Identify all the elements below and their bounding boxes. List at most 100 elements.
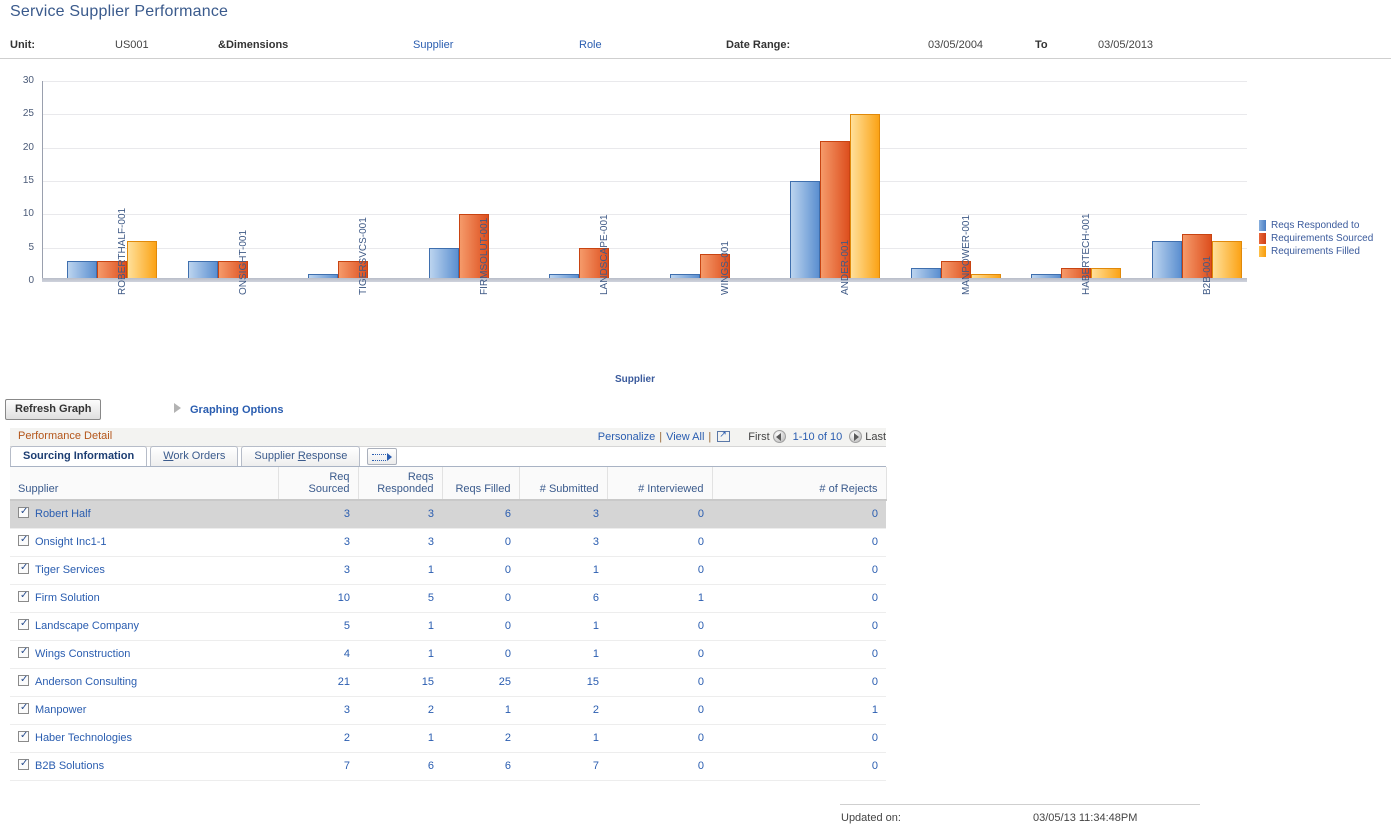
row-checkbox[interactable] xyxy=(18,535,29,546)
cell-reqs-filled: 0 xyxy=(442,640,519,668)
column-header-interviewed[interactable]: # Interviewed xyxy=(607,467,712,500)
popout-icon[interactable] xyxy=(717,431,730,442)
row-checkbox[interactable] xyxy=(18,759,29,770)
table-row[interactable]: Tiger Services310100 xyxy=(10,556,886,584)
chart-bar[interactable] xyxy=(790,181,820,281)
supplier-link[interactable]: Landscape Company xyxy=(35,620,139,632)
grid-caption: Performance Detail xyxy=(18,430,112,442)
supplier-link[interactable]: B2B Solutions xyxy=(35,760,104,772)
table-row[interactable]: B2B Solutions766700 xyxy=(10,752,886,780)
cell-supplier[interactable]: Haber Technologies xyxy=(10,724,278,752)
supplier-link[interactable]: Manpower xyxy=(35,704,86,716)
page-title: Service Supplier Performance xyxy=(10,3,228,21)
legend-item[interactable]: Requirements Filled xyxy=(1259,245,1373,258)
table-row[interactable]: Manpower321201 xyxy=(10,696,886,724)
table-row[interactable]: Landscape Company510100 xyxy=(10,612,886,640)
legend-item[interactable]: Reqs Responded to xyxy=(1259,219,1373,232)
cell-supplier[interactable]: B2B Solutions xyxy=(10,752,278,780)
column-header-supplier[interactable]: Supplier xyxy=(10,467,278,500)
chart-y-tick: 25 xyxy=(0,108,34,119)
grid-tab-row: Sourcing InformationWork OrdersSupplier … xyxy=(10,447,886,467)
tab-work-orders[interactable]: Work Orders xyxy=(150,446,238,466)
row-checkbox[interactable] xyxy=(18,563,29,574)
row-checkbox[interactable] xyxy=(18,647,29,658)
supplier-link[interactable]: Wings Construction xyxy=(35,648,130,660)
cell-req-sourced: 3 xyxy=(278,528,358,556)
graphing-options-link[interactable]: Graphing Options xyxy=(190,404,284,416)
chart-y-tick: 15 xyxy=(0,175,34,186)
row-checkbox[interactable] xyxy=(18,703,29,714)
tab-sourcing-information[interactable]: Sourcing Information xyxy=(10,446,147,466)
cell-reqs-filled: 0 xyxy=(442,556,519,584)
table-row[interactable]: Wings Construction410100 xyxy=(10,640,886,668)
cell-req-sourced: 3 xyxy=(278,696,358,724)
supplier-dimension-link[interactable]: Supplier xyxy=(413,39,453,51)
supplier-link[interactable]: Onsight Inc1-1 xyxy=(35,536,107,548)
chart-x-tick: B2B-001 xyxy=(1202,256,1213,295)
date-range-label: Date Range: xyxy=(726,39,790,51)
cell-supplier[interactable]: Tiger Services xyxy=(10,556,278,584)
expand-arrow-icon[interactable] xyxy=(174,403,181,413)
role-dimension-link[interactable]: Role xyxy=(579,39,602,51)
header-divider xyxy=(0,58,1391,59)
column-header-reqs-responded[interactable]: Reqs Responded xyxy=(358,467,442,500)
chart-bar[interactable] xyxy=(1152,241,1182,281)
cell-req-sourced: 5 xyxy=(278,612,358,640)
cell-supplier[interactable]: Onsight Inc1-1 xyxy=(10,528,278,556)
table-row[interactable]: Anderson Consulting2115251500 xyxy=(10,668,886,696)
chart-bar[interactable] xyxy=(850,114,880,281)
personalize-link[interactable]: Personalize xyxy=(598,431,655,443)
legend-label: Reqs Responded to xyxy=(1271,220,1359,231)
last-page-link[interactable]: Last xyxy=(865,431,886,443)
table-row[interactable]: Onsight Inc1-1330300 xyxy=(10,528,886,556)
column-header-req-sourced[interactable]: Req Sourced xyxy=(278,467,358,500)
first-page-link[interactable]: First xyxy=(748,431,769,443)
cell-req-sourced: 10 xyxy=(278,584,358,612)
column-header-rejects[interactable]: # of Rejects xyxy=(712,467,886,500)
next-page-icon[interactable] xyxy=(849,430,862,443)
supplier-link[interactable]: Robert Half xyxy=(35,508,91,520)
supplier-link[interactable]: Tiger Services xyxy=(35,564,105,576)
cell-submitted: 3 xyxy=(519,528,607,556)
cell-rejects: 0 xyxy=(712,752,886,780)
column-header-reqs-filled[interactable]: Reqs Filled xyxy=(442,467,519,500)
cell-reqs-filled: 2 xyxy=(442,724,519,752)
grid-view-toggle-icon[interactable] xyxy=(367,448,397,465)
row-checkbox[interactable] xyxy=(18,591,29,602)
row-checkbox[interactable] xyxy=(18,731,29,742)
supplier-link[interactable]: Anderson Consulting xyxy=(35,676,137,688)
supplier-link[interactable]: Firm Solution xyxy=(35,592,100,604)
legend-item[interactable]: Requirements Sourced xyxy=(1259,232,1373,245)
updated-on-label: Updated on: xyxy=(841,812,901,824)
cell-reqs-responded: 2 xyxy=(358,696,442,724)
legend-swatch-icon xyxy=(1259,220,1266,231)
chart-legend: Reqs Responded toRequirements SourcedReq… xyxy=(1259,219,1373,258)
chart-bar[interactable] xyxy=(429,248,459,281)
row-checkbox[interactable] xyxy=(18,619,29,630)
table-row[interactable]: Haber Technologies212100 xyxy=(10,724,886,752)
refresh-graph-button[interactable]: Refresh Graph xyxy=(5,399,101,420)
row-checkbox[interactable] xyxy=(18,675,29,686)
row-checkbox[interactable] xyxy=(18,507,29,518)
tab-supplier-response[interactable]: Supplier Response xyxy=(241,446,360,466)
cell-supplier[interactable]: Firm Solution xyxy=(10,584,278,612)
cell-supplier[interactable]: Landscape Company xyxy=(10,612,278,640)
supplier-link[interactable]: Haber Technologies xyxy=(35,732,132,744)
chart-bar[interactable] xyxy=(127,241,157,281)
cell-supplier[interactable]: Anderson Consulting xyxy=(10,668,278,696)
cell-supplier[interactable]: Manpower xyxy=(10,696,278,724)
cell-rejects: 0 xyxy=(712,556,886,584)
cell-supplier[interactable]: Wings Construction xyxy=(10,640,278,668)
supplier-performance-chart: 051015202530 ROBERTHALF-001ONSIGHT-001TI… xyxy=(0,64,1391,394)
previous-page-icon[interactable] xyxy=(773,430,786,443)
cell-req-sourced: 3 xyxy=(278,556,358,584)
chart-gridline xyxy=(42,148,1247,149)
cell-supplier[interactable]: Robert Half xyxy=(10,500,278,528)
column-header-submitted[interactable]: # Submitted xyxy=(519,467,607,500)
view-all-link[interactable]: View All xyxy=(666,431,704,443)
chart-x-tick: HABERTECH-001 xyxy=(1081,213,1092,295)
chart-bar[interactable] xyxy=(1212,241,1242,281)
table-row[interactable]: Firm Solution1050610 xyxy=(10,584,886,612)
cell-submitted: 1 xyxy=(519,724,607,752)
table-row[interactable]: Robert Half336300 xyxy=(10,500,886,528)
